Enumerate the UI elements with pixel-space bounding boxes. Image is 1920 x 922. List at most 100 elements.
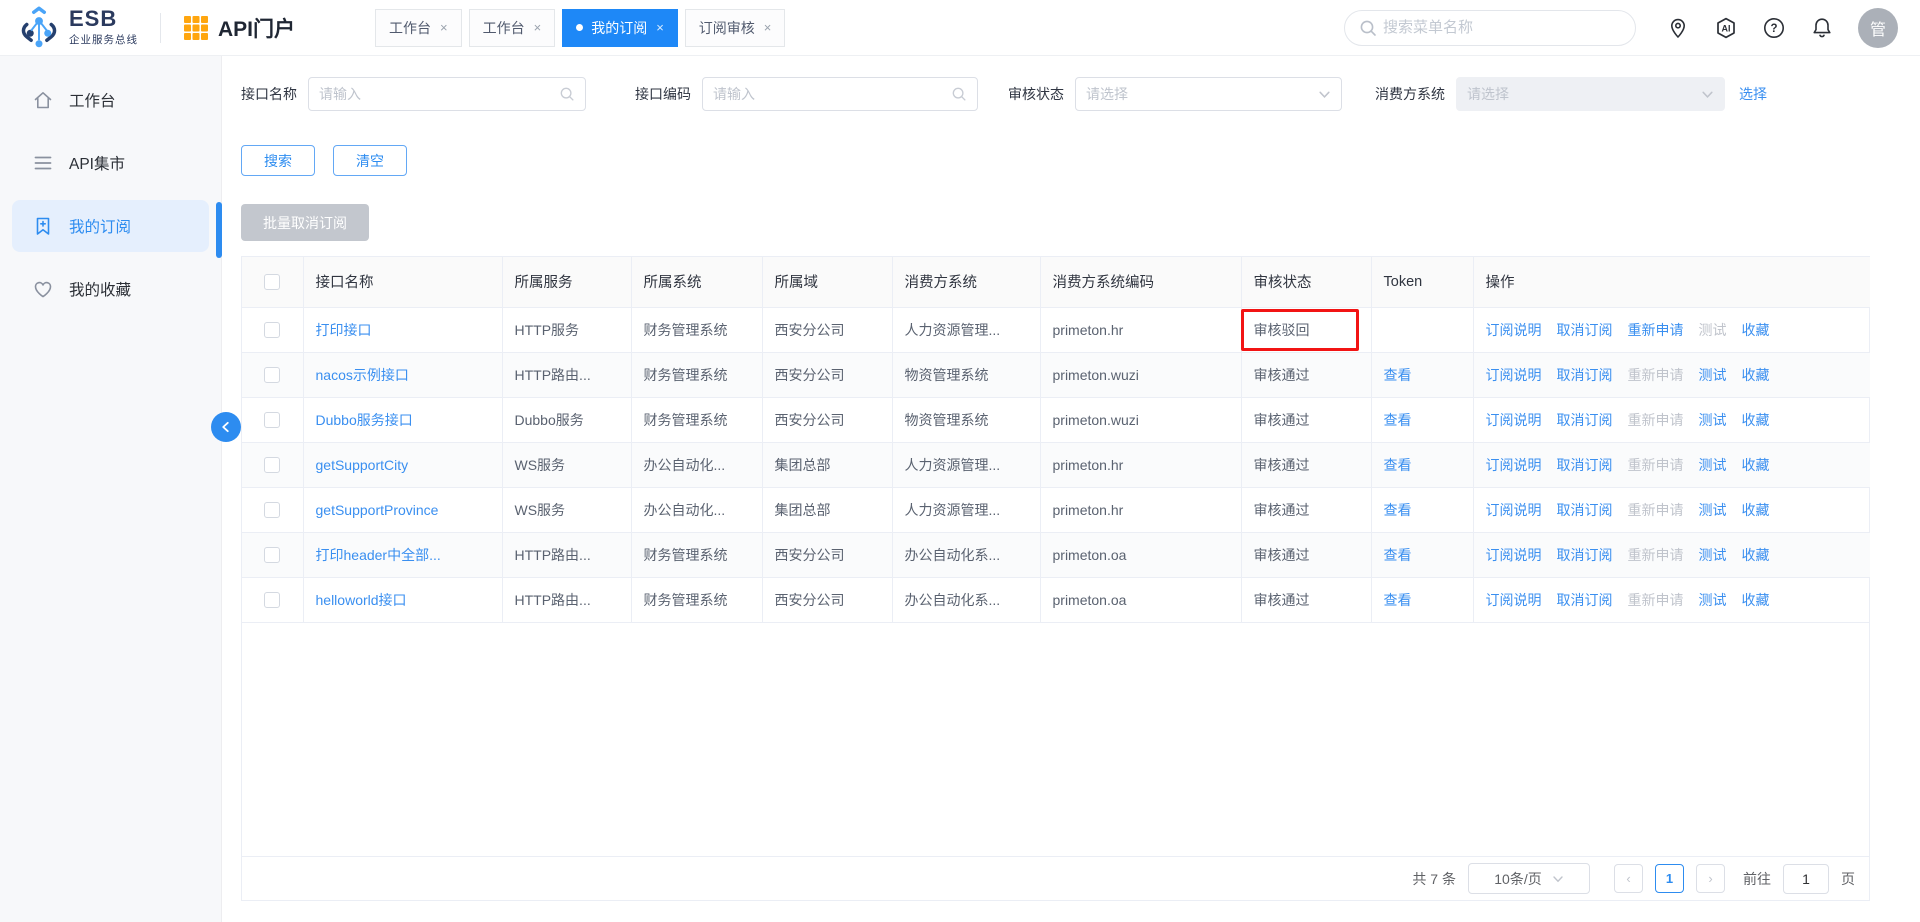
consumer-system-choose-link[interactable]: 选择 [1739,84,1767,104]
audit-status-select[interactable]: 请选择 [1075,77,1342,111]
action-link[interactable]: 收藏 [1742,367,1770,383]
action-link[interactable]: 订阅说明 [1486,457,1542,473]
menu-search-box[interactable] [1344,10,1636,46]
help-icon[interactable]: ? [1762,16,1786,40]
action-link[interactable]: 收藏 [1742,457,1770,473]
token-view-link[interactable]: 查看 [1384,412,1412,428]
token-view-link[interactable]: 查看 [1384,592,1412,608]
row-checkbox[interactable] [264,547,280,563]
row-checkbox[interactable] [264,412,280,428]
token-view-link[interactable]: 查看 [1384,367,1412,383]
interface-code-field[interactable] [702,77,978,111]
action-link: 重新申请 [1628,502,1684,518]
action-link[interactable]: 取消订阅 [1557,502,1613,518]
action-link[interactable]: 测试 [1699,547,1727,563]
action-link[interactable]: 取消订阅 [1557,592,1613,608]
action-link[interactable]: 收藏 [1742,322,1770,338]
action-link[interactable]: 订阅说明 [1486,322,1542,338]
tab-4[interactable]: 订阅审核 × [685,9,786,47]
interface-code-input[interactable] [713,86,945,102]
tab-1[interactable]: 工作台× [375,9,462,47]
row-checkbox[interactable] [264,367,280,383]
tab-close-icon[interactable]: × [440,21,448,34]
search-button[interactable]: 搜索 [241,145,315,176]
cell-system: 财务管理系统 [631,397,762,442]
cell-domain: 西安分公司 [762,577,892,622]
interface-name-link[interactable]: 打印header中全部... [316,547,441,563]
tab-close-icon[interactable]: × [656,21,664,34]
action-link[interactable]: 订阅说明 [1486,367,1542,383]
sidebar-item-workbench[interactable]: 工作台 [12,74,209,126]
action-link[interactable]: 取消订阅 [1557,412,1613,428]
action-link[interactable]: 取消订阅 [1557,322,1613,338]
pagination-total: 共 7 条 [1412,869,1456,889]
col-service: 所属服务 [502,257,631,307]
interface-name-link[interactable]: Dubbo服务接口 [316,412,413,428]
interface-name-link[interactable]: getSupportCity [316,457,409,473]
select-all-checkbox[interactable] [264,274,280,290]
action-link[interactable]: 测试 [1699,457,1727,473]
action-link[interactable]: 取消订阅 [1557,457,1613,473]
sidebar-item-my-subscriptions[interactable]: 我的订阅 [12,200,209,252]
action-link[interactable]: 收藏 [1742,502,1770,518]
token-view-link[interactable]: 查看 [1384,547,1412,563]
sidebar-collapse-button[interactable] [211,412,241,442]
interface-name-link[interactable]: helloworld接口 [316,592,407,608]
batch-unsubscribe-button[interactable]: 批量取消订阅 [241,204,369,241]
tab-label: 订阅审核 [699,18,755,38]
row-checkbox[interactable] [264,457,280,473]
ai-assistant-icon[interactable]: AI [1714,16,1738,40]
action-link[interactable]: 取消订阅 [1557,547,1613,563]
action-link[interactable]: 订阅说明 [1486,412,1542,428]
action-link[interactable]: 重新申请 [1628,322,1684,338]
sidebar-item-my-favorites[interactable]: 我的收藏 [12,263,209,315]
page-size-select[interactable]: 10条/页 [1468,863,1590,894]
action-link[interactable]: 测试 [1699,592,1727,608]
tab-2[interactable]: 工作台× [469,9,556,47]
action-link[interactable]: 测试 [1699,367,1727,383]
action-link[interactable]: 取消订阅 [1557,367,1613,383]
action-link[interactable]: 订阅说明 [1486,547,1542,563]
goto-page-input[interactable] [1783,864,1829,894]
cell-consumer: 物资管理系统 [892,397,1040,442]
bookmark-plus-icon [32,215,54,237]
location-icon[interactable] [1666,16,1690,40]
esb-logo: ESB 企业服务总线 [18,6,138,50]
menu-search-input[interactable] [1383,19,1621,36]
cell-service: HTTP服务 [502,307,631,352]
interface-name-input[interactable] [319,86,553,102]
prev-page-button[interactable]: ‹ [1614,864,1643,893]
action-link[interactable]: 测试 [1699,412,1727,428]
page-1-button[interactable]: 1 [1655,864,1684,893]
esb-logo-icon [18,6,60,50]
action-link[interactable]: 订阅说明 [1486,502,1542,518]
action-link[interactable]: 测试 [1699,502,1727,518]
action-link[interactable]: 收藏 [1742,412,1770,428]
user-avatar[interactable]: 管 [1858,8,1898,48]
action-link[interactable]: 收藏 [1742,547,1770,563]
interface-name-link[interactable]: 打印接口 [316,322,372,338]
tab-3[interactable]: 我的订阅× [562,9,678,47]
sidebar-item-api-market[interactable]: API集市 [12,137,209,189]
col-audit-status: 审核状态 [1241,257,1371,307]
clear-button[interactable]: 清空 [333,145,407,176]
interface-name-link[interactable]: nacos示例接口 [316,367,409,383]
consumer-system-select[interactable]: 请选择 [1456,77,1725,111]
interface-name-field[interactable] [308,77,586,111]
action-link: 重新申请 [1628,592,1684,608]
action-link[interactable]: 订阅说明 [1486,592,1542,608]
token-view-link[interactable]: 查看 [1384,457,1412,473]
row-checkbox[interactable] [264,592,280,608]
tab-close-icon[interactable]: × [764,21,772,34]
next-page-button[interactable]: › [1696,864,1725,893]
action-link[interactable]: 收藏 [1742,592,1770,608]
interface-name-link[interactable]: getSupportProvince [316,502,439,518]
header-actions: AI ? 管 [1666,8,1898,48]
svg-text:?: ? [1770,23,1777,35]
tab-close-icon[interactable]: × [534,21,542,34]
table-row: Dubbo服务接口Dubbo服务财务管理系统西安分公司物资管理系统primeto… [242,397,1870,442]
token-view-link[interactable]: 查看 [1384,502,1412,518]
bell-icon[interactable] [1810,16,1834,40]
row-checkbox[interactable] [264,502,280,518]
row-checkbox[interactable] [264,322,280,338]
